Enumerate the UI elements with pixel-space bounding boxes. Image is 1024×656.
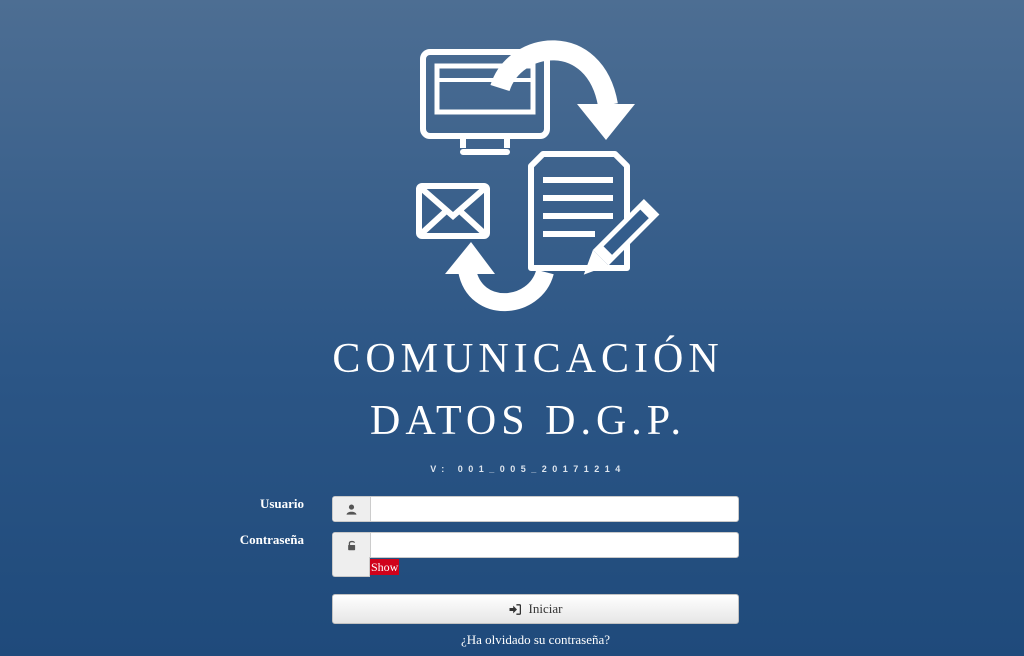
password-input-group xyxy=(332,532,739,558)
username-input[interactable] xyxy=(371,497,738,521)
app-title-line-1: COMUNICACIÓN xyxy=(332,336,724,382)
user-icon xyxy=(333,497,371,521)
password-addon-extension xyxy=(332,557,370,577)
arrow-curve-down-icon xyxy=(490,40,635,140)
envelope-icon xyxy=(416,183,490,239)
show-password-toggle[interactable]: Show xyxy=(370,559,400,575)
password-label: Contraseña xyxy=(239,532,304,547)
app-logo-icon xyxy=(416,40,660,312)
forgot-password-link[interactable]: ¿Ha olvidado su contraseña? xyxy=(332,632,739,648)
app-title-line-2: DATOS D.G.P. xyxy=(370,398,686,444)
username-input-group xyxy=(332,496,739,522)
password-input[interactable] xyxy=(371,533,738,557)
login-button[interactable]: Iniciar xyxy=(332,594,739,624)
login-button-label: Iniciar xyxy=(528,601,563,616)
unlock-icon xyxy=(333,533,371,557)
username-label: Usuario xyxy=(259,496,304,511)
version-label: V: 001_005_20171214 xyxy=(430,464,626,474)
sign-in-icon xyxy=(509,603,521,615)
